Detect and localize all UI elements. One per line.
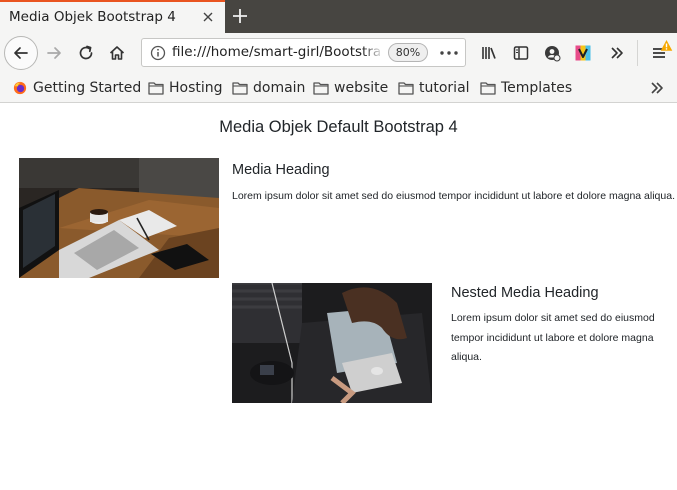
folder-icon bbox=[232, 82, 248, 95]
address-bar[interactable]: file:///home/smart-girl/Bootstrap 80% bbox=[141, 38, 466, 67]
zoom-level-badge[interactable]: 80% bbox=[388, 43, 428, 62]
bookmarks-toolbar: Getting Started Hosting domain website t… bbox=[0, 72, 677, 103]
bookmark-label: Getting Started bbox=[33, 80, 142, 96]
chevron-double-right-icon[interactable] bbox=[648, 79, 666, 97]
bookmark-label: Hosting bbox=[169, 80, 223, 96]
url-text[interactable]: file:///home/smart-girl/Bootstrap bbox=[172, 44, 382, 62]
nested-media-heading: Nested Media Heading bbox=[451, 285, 599, 301]
library-button[interactable] bbox=[473, 37, 505, 69]
bookmark-templates[interactable]: Templates bbox=[480, 78, 572, 98]
bookmark-label: tutorial bbox=[419, 80, 470, 96]
new-tab-icon[interactable] bbox=[229, 5, 251, 27]
nested-media-body-text: Lorem ipsum dolor sit amet sed do eiusmo… bbox=[451, 312, 655, 363]
url-fade bbox=[362, 42, 384, 64]
toolbar-divider bbox=[637, 40, 638, 66]
bookmark-website[interactable]: website bbox=[313, 78, 388, 98]
bookmark-getting-started[interactable]: Getting Started bbox=[12, 78, 141, 98]
forward-arrow-icon bbox=[47, 47, 61, 59]
firefox-logo-icon bbox=[13, 81, 27, 95]
bookmark-domain[interactable]: domain bbox=[232, 78, 305, 98]
close-icon[interactable] bbox=[200, 9, 216, 25]
media-body-text: Lorem ipsum dolor sit amet sed do eiusmo… bbox=[232, 190, 675, 202]
home-icon bbox=[109, 46, 125, 60]
active-tab[interactable]: Media Objek Bootstrap 4 bbox=[0, 0, 225, 33]
back-button[interactable] bbox=[4, 36, 38, 70]
info-icon[interactable] bbox=[150, 45, 166, 61]
overflow-menu-button[interactable] bbox=[601, 37, 633, 69]
media-image-woman-laptop bbox=[232, 283, 432, 403]
reload-button[interactable] bbox=[70, 37, 102, 69]
media-heading: Media Heading bbox=[232, 162, 330, 178]
back-arrow-icon bbox=[14, 47, 28, 59]
bookmark-label: website bbox=[334, 80, 389, 96]
sidebar-button[interactable] bbox=[505, 37, 537, 69]
account-extension-button[interactable] bbox=[536, 37, 568, 69]
library-icon bbox=[482, 47, 496, 59]
warning-badge-icon bbox=[660, 40, 673, 51]
folder-icon bbox=[148, 82, 164, 95]
bookmark-tutorial[interactable]: tutorial bbox=[398, 78, 470, 98]
account-icon bbox=[545, 46, 561, 62]
home-button[interactable] bbox=[101, 37, 133, 69]
navigation-toolbar: file:///home/smart-girl/Bootstrap 80% bbox=[0, 33, 677, 72]
media-image-laptop-desk bbox=[19, 158, 219, 278]
bookmark-label: domain bbox=[253, 80, 306, 96]
folder-icon bbox=[480, 82, 496, 95]
tab-strip: Media Objek Bootstrap 4 bbox=[0, 0, 677, 33]
chevron-double-right-icon bbox=[611, 47, 623, 59]
reload-icon bbox=[79, 45, 93, 60]
vivaldi-extension-button[interactable] bbox=[567, 37, 599, 69]
tab-title: Media Objek Bootstrap 4 bbox=[9, 9, 176, 25]
page-content: Media Objek Default Bootstrap 4 Media He… bbox=[0, 104, 677, 490]
sidebar-icon bbox=[513, 46, 529, 60]
page-title: Media Objek Default Bootstrap 4 bbox=[219, 118, 458, 136]
bookmark-hosting[interactable]: Hosting bbox=[148, 78, 223, 98]
folder-icon bbox=[313, 82, 329, 95]
forward-button[interactable] bbox=[38, 37, 70, 69]
more-dots-icon[interactable] bbox=[439, 44, 459, 62]
bookmark-label: Templates bbox=[501, 80, 573, 96]
folder-icon bbox=[398, 82, 414, 95]
vivaldi-icon bbox=[575, 45, 591, 61]
